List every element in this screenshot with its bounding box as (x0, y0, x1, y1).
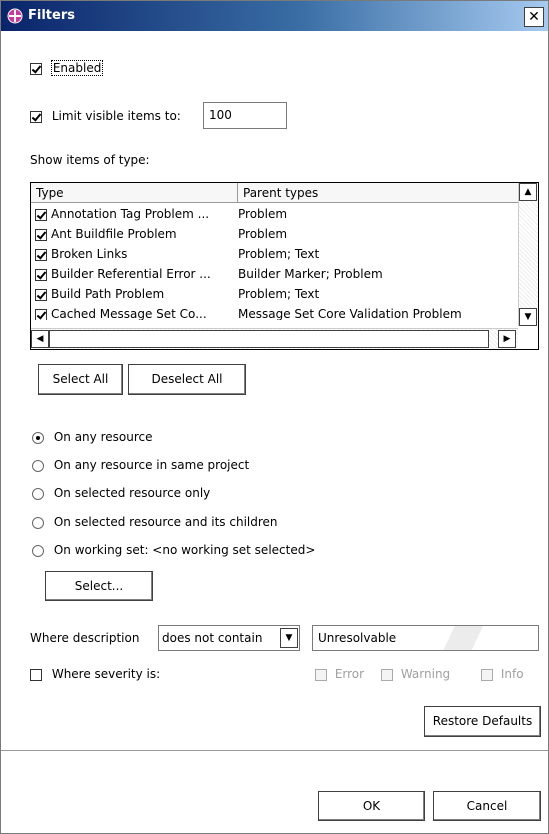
row-type: Cached Message Set Co... (51, 307, 207, 320)
description-operator-select[interactable]: does not contain ▼ (158, 625, 300, 651)
radio-working-set-row[interactable]: On working set: <no working set selected… (32, 543, 315, 557)
row-parent: Message Set Core Validation Problem (238, 307, 462, 320)
row-type: Ant Buildfile Problem (51, 227, 177, 241)
select-working-set-button[interactable]: Select... (45, 571, 153, 601)
window-title: Filters (28, 8, 75, 23)
severity-checkbox[interactable] (30, 668, 42, 681)
scroll-up-icon[interactable]: ▲ (519, 183, 537, 201)
description-value-input[interactable]: Unresolvable (312, 625, 539, 651)
dialog-body: Enabled Limit visible items to: 100 Show… (1, 31, 548, 833)
limit-checkbox-row[interactable]: Limit visible items to: (30, 109, 181, 123)
restore-defaults-button[interactable]: Restore Defaults (424, 706, 541, 737)
row-type: Builder Referential Error ... (51, 267, 211, 281)
row-type: Annotation Tag Problem ... (51, 207, 210, 221)
radio-working-set[interactable] (32, 544, 44, 557)
row-parent: Problem (238, 227, 288, 241)
row-checkbox[interactable] (35, 208, 47, 221)
ok-button[interactable]: OK (318, 791, 425, 821)
severity-error-checkbox[interactable] (315, 668, 327, 681)
deselect-all-button[interactable]: Deselect All (128, 364, 246, 395)
description-operator-value: does not contain (162, 631, 263, 645)
row-checkbox[interactable] (35, 268, 47, 281)
row-checkbox[interactable] (35, 228, 47, 241)
row-parent: Problem; Text (238, 287, 320, 301)
cancel-button[interactable]: Cancel (433, 791, 541, 821)
radio-same-project-label: On any resource in same project (53, 458, 250, 472)
severity-info-row[interactable]: Info (481, 667, 524, 681)
row-parent: Problem (238, 207, 288, 221)
vertical-scrollbar[interactable]: ▲ ▼ (518, 183, 538, 326)
select-all-button[interactable]: Select All (38, 364, 123, 395)
radio-selected-only-label: On selected resource only (53, 486, 211, 500)
enabled-label: Enabled (50, 60, 104, 76)
types-section-label: Show items of type: (30, 153, 150, 167)
radio-any-resource-row[interactable]: On any resource (32, 430, 152, 444)
limit-input[interactable]: 100 (203, 102, 287, 129)
scroll-down-icon[interactable]: ▼ (519, 308, 537, 326)
description-label: Where description (30, 631, 140, 645)
severity-info-label: Info (500, 667, 524, 681)
row-checkbox[interactable] (35, 288, 47, 301)
radio-any-resource-label: On any resource (53, 430, 153, 444)
radio-selected-children[interactable] (32, 516, 44, 529)
row-parent: Problem; Text (238, 247, 320, 261)
radio-same-project[interactable] (32, 459, 44, 472)
close-icon[interactable]: ✕ (524, 7, 544, 27)
severity-label: Where severity is: (51, 667, 161, 681)
severity-info-checkbox[interactable] (481, 668, 493, 681)
severity-error-label: Error (334, 667, 365, 681)
scroll-right-icon[interactable]: ▶ (498, 330, 516, 348)
severity-checkbox-row[interactable]: Where severity is: (30, 667, 160, 681)
severity-warning-row[interactable]: Warning (381, 667, 450, 681)
severity-warning-label: Warning (400, 667, 451, 681)
horizontal-scroll-thumb[interactable] (49, 330, 489, 348)
radio-selected-only[interactable] (32, 487, 44, 500)
radio-selected-only-row[interactable]: On selected resource only (32, 486, 210, 500)
radio-any-resource[interactable] (32, 431, 44, 444)
table-row[interactable]: Broken Links Problem; Text (31, 244, 517, 264)
table-row[interactable]: Builder Referential Error ... Builder Ma… (31, 264, 517, 284)
radio-selected-children-row[interactable]: On selected resource and its children (32, 515, 278, 529)
radio-selected-children-label: On selected resource and its children (53, 515, 278, 529)
limit-label: Limit visible items to: (51, 109, 181, 123)
table-row[interactable]: Ant Buildfile Problem Problem (31, 224, 517, 244)
radio-same-project-row[interactable]: On any resource in same project (32, 458, 249, 472)
row-checkbox[interactable] (35, 308, 47, 320)
scroll-left-icon[interactable]: ◀ (31, 330, 49, 348)
column-header-parent-types[interactable]: Parent types (238, 183, 519, 203)
enabled-checkbox[interactable] (30, 62, 42, 75)
table-row[interactable]: Annotation Tag Problem ... Problem (31, 204, 517, 224)
column-header-type[interactable]: Type (31, 183, 238, 203)
types-table: Type Parent types Annotation Tag Problem… (30, 182, 539, 350)
filters-dialog: Filters ✕ Enabled Limit visible items to… (0, 0, 549, 834)
severity-warning-checkbox[interactable] (381, 668, 393, 681)
row-type: Broken Links (51, 247, 128, 261)
table-row[interactable]: Build Path Problem Problem; Text (31, 284, 517, 304)
limit-checkbox[interactable] (30, 110, 42, 123)
horizontal-scrollbar[interactable]: ◀ ▶ (31, 328, 518, 349)
title-bar[interactable]: Filters ✕ (1, 1, 548, 31)
filter-app-icon (7, 8, 23, 24)
table-row[interactable]: Cached Message Set Co... Message Set Cor… (31, 304, 517, 320)
severity-error-row[interactable]: Error (315, 667, 364, 681)
row-parent: Builder Marker; Problem (238, 267, 383, 281)
row-checkbox[interactable] (35, 248, 47, 261)
radio-working-set-label: On working set: <no working set selected… (53, 543, 316, 557)
row-type: Build Path Problem (51, 287, 165, 301)
enabled-checkbox-row[interactable]: Enabled (30, 60, 104, 76)
chevron-down-icon[interactable]: ▼ (280, 628, 298, 648)
